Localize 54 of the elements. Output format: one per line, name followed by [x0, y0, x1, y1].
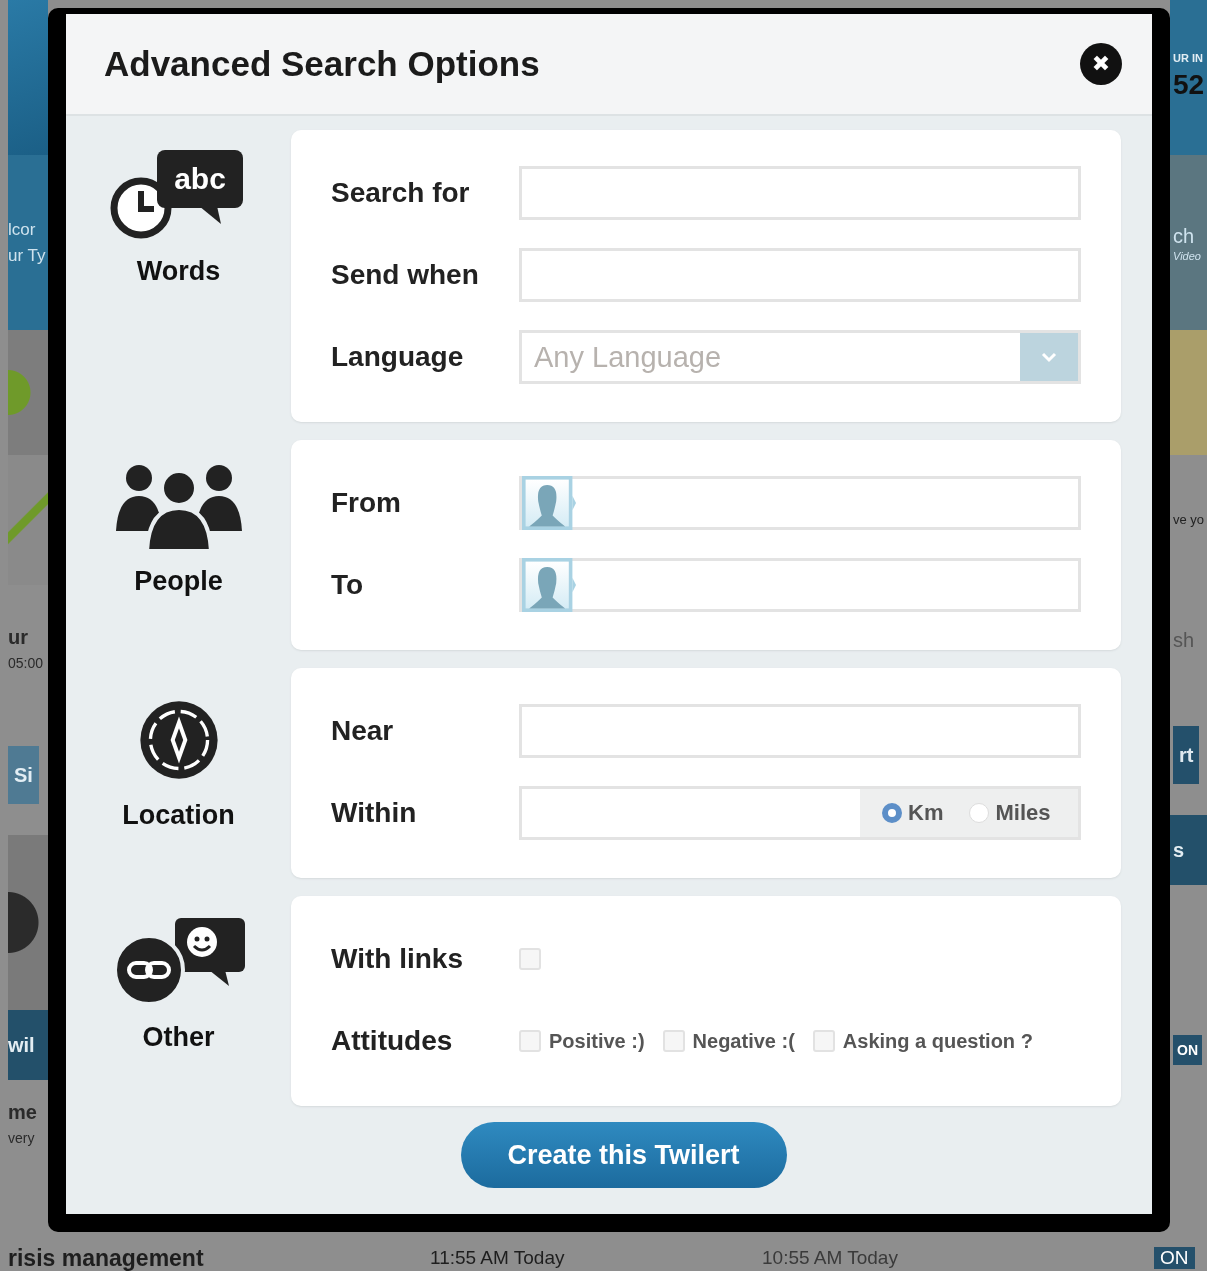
- field-label: Send when: [331, 259, 480, 291]
- background-text: me: [8, 1100, 37, 1125]
- background-text: 10:55 AM Today: [762, 1247, 899, 1269]
- section-label: Other: [142, 1022, 215, 1053]
- section-label: People: [134, 566, 223, 597]
- input-field[interactable]: [519, 248, 1081, 302]
- field-label: To: [331, 569, 365, 601]
- checkbox-label: Positive :): [549, 1029, 645, 1053]
- unit-radio[interactable]: Miles: [969, 800, 1051, 826]
- input-field[interactable]: [519, 704, 1081, 758]
- checkbox[interactable]: [519, 948, 541, 970]
- background-text: 52: [1173, 67, 1205, 102]
- background-text: very: [8, 1129, 35, 1148]
- background-text: UR IN: [1173, 50, 1203, 65]
- section-label: Location: [122, 800, 235, 831]
- user-input-field[interactable]: [519, 476, 1081, 530]
- background-text: wil: [8, 1033, 35, 1058]
- unit-radio[interactable]: Km: [882, 800, 944, 826]
- section-label: Words: [136, 256, 221, 287]
- checkbox[interactable]: [662, 1030, 685, 1052]
- field-label: Within: [331, 797, 418, 829]
- checkbox[interactable]: [812, 1030, 835, 1052]
- field-label: With links: [331, 943, 464, 975]
- user-silhouette-icon: [519, 558, 579, 612]
- background-text: ON: [1154, 1247, 1195, 1269]
- field-label: Attitudes: [331, 1025, 454, 1057]
- checkbox[interactable]: [519, 1030, 541, 1052]
- background-text: ON: [1173, 1035, 1202, 1065]
- create-button[interactable]: Create this Twilert: [460, 1122, 787, 1188]
- background-text: 11:55 AM Today: [430, 1247, 566, 1269]
- background-text: lcor: [8, 218, 36, 241]
- user-input-field[interactable]: [519, 558, 1081, 612]
- background-text: rt: [1173, 726, 1200, 784]
- background-text: risis management: [8, 1244, 205, 1271]
- checkbox-label: Negative :(: [692, 1029, 795, 1053]
- field-label: Language: [331, 341, 465, 373]
- distance-field[interactable]: Km Miles: [519, 786, 1081, 840]
- field-label: Search for: [331, 177, 471, 209]
- background-text: ve yo: [1173, 511, 1205, 529]
- background-text: ur Ty: [8, 244, 46, 267]
- field-label: From: [331, 487, 402, 519]
- field-label: Near: [331, 715, 395, 747]
- user-silhouette-icon: [519, 476, 579, 530]
- background-text: s: [1173, 838, 1185, 863]
- background-text: ur: [8, 625, 28, 650]
- close-button[interactable]: ✖: [1080, 43, 1122, 85]
- background-text: sh: [1173, 628, 1195, 653]
- dialog-title: Advanced Search Options: [104, 44, 540, 84]
- background-text: Video: [1173, 248, 1201, 263]
- background-text: 05:00: [8, 654, 44, 673]
- background-text: ch: [1173, 223, 1195, 249]
- input-field[interactable]: [519, 166, 1081, 220]
- checkbox-label: Asking a question ?: [842, 1029, 1033, 1053]
- background-text: Si: [8, 746, 39, 804]
